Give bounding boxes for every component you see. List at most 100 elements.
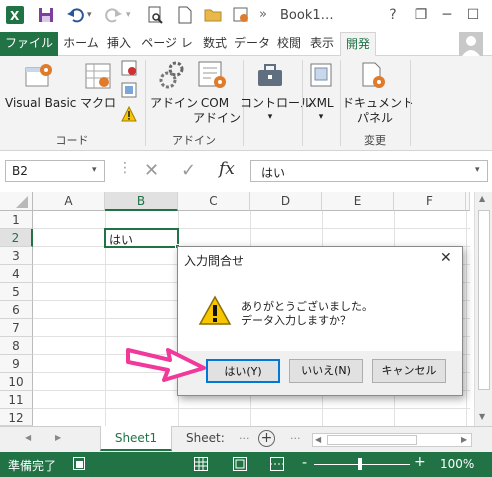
zoom-slider-thumb[interactable] [358, 458, 362, 470]
sheet-splitter[interactable]: ... [290, 429, 301, 442]
row-header[interactable]: 4 [0, 265, 33, 283]
xml-dropdown-icon[interactable]: ▾ [311, 110, 331, 125]
enter-icon[interactable]: ✓ [181, 160, 196, 181]
help-button[interactable]: ? [380, 4, 406, 26]
maximize-button[interactable]: ☐ [460, 4, 486, 26]
addin-button[interactable]: アドイン [150, 96, 198, 111]
tab-page-layout[interactable]: ページ レイ [136, 32, 198, 73]
macro-security-icon[interactable] [121, 105, 137, 125]
scroll-right-icon[interactable]: ▶ [461, 435, 467, 444]
close-icon[interactable]: ✕ [440, 250, 452, 266]
record-macro-icon[interactable] [121, 60, 137, 79]
tab-view[interactable]: 表示 [306, 32, 338, 56]
add-sheet-button[interactable]: + [258, 430, 275, 447]
select-all-corner[interactable] [0, 192, 33, 211]
row-header[interactable]: 10 [0, 373, 33, 391]
visual-basic-button[interactable]: Visual Basic [5, 96, 76, 111]
row-header[interactable]: 11 [0, 391, 33, 409]
zoom-in-button[interactable]: + [414, 454, 426, 470]
horizontal-scrollbar[interactable]: ◀ ▶ [312, 433, 472, 447]
normal-view-icon[interactable] [194, 457, 208, 474]
row-header[interactable]: 9 [0, 355, 33, 373]
yes-button[interactable]: はい(Y) [206, 359, 280, 383]
open-folder-icon[interactable] [204, 6, 222, 24]
row-header[interactable]: 1 [0, 211, 33, 229]
com-addin-button-line2[interactable]: アドイン [193, 111, 241, 126]
xml-button[interactable]: XML [304, 96, 338, 111]
undo-icon[interactable] [66, 6, 84, 24]
redo-icon[interactable] [105, 6, 123, 24]
tab-file[interactable]: ファイル [0, 32, 58, 56]
com-addin-icon [197, 60, 227, 93]
column-header[interactable]: E [322, 192, 394, 211]
row-header[interactable]: 5 [0, 283, 33, 301]
ribbon-display-button[interactable]: ❐ [408, 4, 434, 26]
redo-dropdown-icon[interactable]: ▾ [126, 10, 131, 20]
name-box[interactable]: B2 ▾ [5, 160, 105, 182]
undo-dropdown-icon[interactable]: ▾ [87, 10, 92, 20]
no-button[interactable]: いいえ(N) [289, 359, 363, 383]
relative-ref-icon[interactable] [121, 82, 137, 101]
scroll-left-icon[interactable]: ◀ [315, 435, 321, 444]
insert-function-icon[interactable]: fx [219, 159, 235, 179]
ribbon-separator [410, 60, 411, 146]
cell-b2-value: はい [109, 233, 134, 247]
row-header[interactable]: 12 [0, 409, 33, 426]
customize-icon[interactable] [232, 6, 250, 24]
scroll-up-icon[interactable]: ▲ [479, 194, 485, 203]
save-icon[interactable] [37, 6, 55, 24]
row-header[interactable]: 2 [0, 229, 33, 247]
document-panel-button-line2[interactable]: パネル [350, 111, 400, 126]
formula-input[interactable]: はい ▾ [250, 160, 488, 182]
tab-review[interactable]: 校閲 [274, 32, 304, 56]
sheet-tab-more[interactable]: ... [239, 429, 250, 442]
column-header[interactable] [466, 192, 470, 211]
controls-dropdown-icon[interactable]: ▾ [260, 110, 280, 125]
zoom-out-button[interactable]: - [302, 455, 307, 471]
vertical-scrollbar[interactable]: ▲ ▼ [474, 192, 492, 426]
sheet-tab-sheet1[interactable]: Sheet1 [100, 426, 172, 451]
scroll-down-icon[interactable]: ▼ [479, 412, 485, 421]
document-panel-button[interactable]: ドキュメント [342, 96, 414, 111]
name-box-value: B2 [12, 164, 28, 178]
row-header[interactable]: 8 [0, 337, 33, 355]
row-header[interactable]: 6 [0, 301, 33, 319]
tab-data[interactable]: データ [232, 32, 272, 56]
tab-developer[interactable]: 開発 [340, 32, 376, 57]
macro-button[interactable]: マクロ [80, 96, 116, 111]
sheet-tab-sheet2[interactable]: Sheet: [186, 431, 225, 445]
scroll-thumb[interactable] [478, 210, 490, 390]
ribbon-tabs: ファイル ホーム 挿入 ページ レイ 数式 データ 校閲 表示 開発 [0, 32, 492, 73]
column-header[interactable]: D [250, 192, 322, 211]
controls-button[interactable]: コントロール [240, 96, 312, 111]
zoom-slider[interactable] [314, 464, 410, 465]
new-file-icon[interactable] [176, 6, 194, 24]
avatar[interactable] [459, 32, 483, 56]
column-header[interactable]: A [33, 192, 105, 211]
tab-insert[interactable]: 挿入 [104, 32, 134, 56]
zoom-level[interactable]: 100% [440, 457, 474, 471]
column-header[interactable]: F [394, 192, 466, 211]
formula-bar-splitter[interactable]: ⋮ [118, 160, 132, 182]
active-cell-b2[interactable]: はい [104, 228, 180, 249]
more-commands[interactable]: » [259, 7, 267, 22]
tab-formulas[interactable]: 数式 [200, 32, 230, 56]
page-break-view-icon[interactable] [270, 457, 284, 474]
chevron-down-icon[interactable]: ▾ [475, 165, 480, 175]
column-header[interactable]: B [105, 192, 178, 211]
print-preview-icon[interactable] [146, 6, 164, 24]
minimize-button[interactable]: ─ [434, 4, 460, 26]
tab-home[interactable]: ホーム [60, 32, 102, 56]
column-header[interactable]: C [178, 192, 250, 211]
sheet-nav-next-icon[interactable]: ▶ [55, 433, 61, 442]
cancel-button[interactable]: キャンセル [372, 359, 446, 383]
scroll-thumb[interactable] [327, 435, 417, 445]
page-layout-view-icon[interactable] [233, 457, 247, 474]
chevron-down-icon[interactable]: ▾ [92, 165, 97, 175]
com-addin-button[interactable]: COM [195, 96, 235, 111]
cancel-entry-icon[interactable]: ✕ [144, 160, 159, 181]
row-header[interactable]: 7 [0, 319, 33, 337]
row-header[interactable]: 3 [0, 247, 33, 265]
macro-record-icon[interactable] [73, 457, 85, 470]
sheet-nav-prev-icon[interactable]: ◀ [25, 433, 31, 442]
